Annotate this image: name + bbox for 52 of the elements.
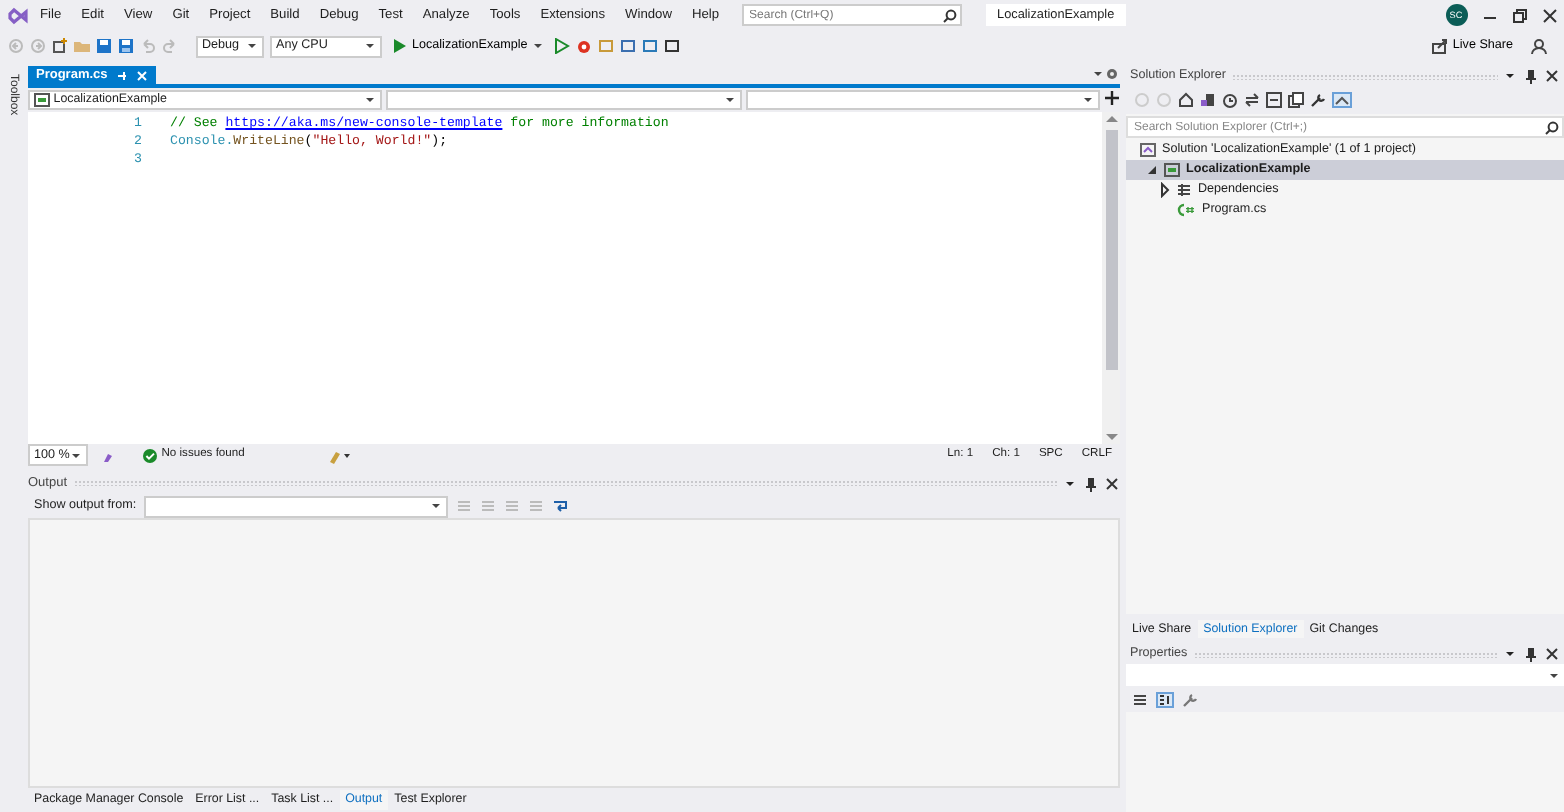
search-icon [941,7,958,23]
project-icon [34,92,50,108]
dependencies-icon [1176,182,1192,198]
dropdown-caret-icon[interactable] [364,92,377,108]
project-icon [1164,162,1180,178]
copy-icon[interactable] [1288,92,1304,108]
hot-reload-icon[interactable] [575,38,592,54]
close-icon[interactable] [1541,7,1557,23]
dropdown-caret-icon[interactable] [364,38,376,54]
app-logo-icon [8,5,30,25]
search-icon [1544,119,1560,135]
close-icon[interactable] [1544,646,1560,662]
preview-icon[interactable] [1332,92,1352,108]
home-icon[interactable] [1178,92,1194,108]
overflow-caret-icon[interactable] [1092,66,1104,82]
feedback-icon[interactable] [1530,37,1548,55]
settings-icon[interactable] [1104,66,1120,82]
switch-views-icon[interactable] [1200,92,1216,108]
pin-icon[interactable] [1522,646,1538,662]
close-icon[interactable] [1104,475,1120,491]
history-icon[interactable] [1222,92,1238,108]
dropdown-caret-icon[interactable] [1504,68,1516,84]
dropdown-caret-icon[interactable] [723,92,736,108]
dropdown-caret-icon[interactable] [1504,646,1516,662]
check-circle-icon [142,447,158,463]
add-icon[interactable] [1103,90,1120,106]
wrench-icon[interactable] [1310,92,1326,108]
pin-icon[interactable] [1082,475,1098,491]
dropdown-caret-icon[interactable] [531,38,544,54]
dropdown-caret-icon[interactable] [1081,92,1094,108]
collapsed-arrow-icon[interactable] [1158,182,1170,198]
pin-icon[interactable] [1522,68,1538,84]
new-item-icon[interactable] [52,38,68,54]
dropdown-caret-icon[interactable] [430,498,443,514]
collapse-all-icon[interactable] [1266,92,1282,108]
save-all-icon[interactable] [118,38,134,54]
alphabetical-icon[interactable] [1156,691,1174,707]
restore-icon[interactable] [1511,7,1527,23]
sync-icon[interactable] [1244,92,1260,108]
expanded-arrow-icon[interactable] [1146,162,1158,178]
dropdown-caret-icon[interactable] [246,38,258,54]
code-cleanup-icon[interactable] [328,447,353,463]
word-wrap-icon[interactable] [552,498,569,514]
save-icon[interactable] [96,38,112,54]
play-icon [392,38,408,54]
scrollbar-thumb[interactable] [1105,130,1117,370]
close-icon[interactable] [1544,68,1560,84]
csharp-file-icon [1176,202,1196,218]
solution-icon [1140,142,1156,158]
categorized-icon[interactable] [1132,691,1148,707]
share-icon [1432,38,1449,54]
run-outline-icon[interactable] [553,38,570,54]
